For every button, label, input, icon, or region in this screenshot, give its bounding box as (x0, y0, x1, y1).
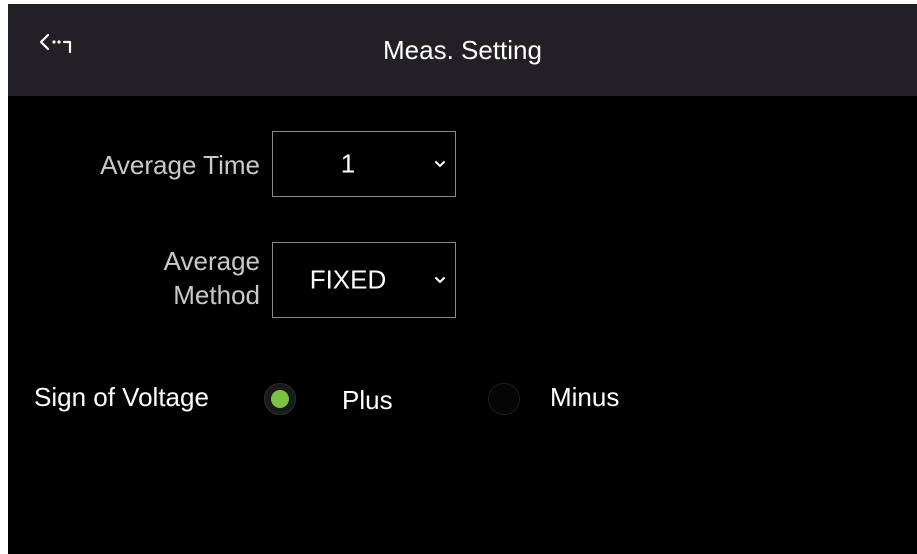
back-button[interactable] (26, 20, 90, 76)
radio-minus-label[interactable]: Minus (550, 382, 619, 413)
back-arrow-icon (39, 33, 72, 54)
sign-of-voltage-label: Sign of Voltage (34, 382, 209, 412)
radio-plus[interactable] (264, 383, 296, 415)
radio-minus[interactable] (488, 383, 520, 415)
average-method-value: FIXED (309, 264, 387, 295)
radio-plus-label[interactable]: Plus (342, 385, 393, 416)
screen: Meas. Setting Average Time 1 Average Met… (8, 4, 917, 554)
average-time-value: 1 (340, 148, 356, 179)
average-method-label: Average Method (48, 244, 260, 312)
average-time-label: Average Time (100, 150, 260, 180)
chevron-down-icon (435, 277, 445, 283)
header-bar: Meas. Setting (8, 4, 917, 98)
average-method-select[interactable]: FIXED (272, 242, 456, 318)
average-method-label-line1: Average (163, 246, 260, 276)
chevron-down-icon (435, 161, 445, 167)
page-title: Meas. Setting (383, 35, 542, 65)
average-time-select[interactable]: 1 (272, 131, 456, 197)
average-method-label-line2: Method (173, 280, 260, 310)
